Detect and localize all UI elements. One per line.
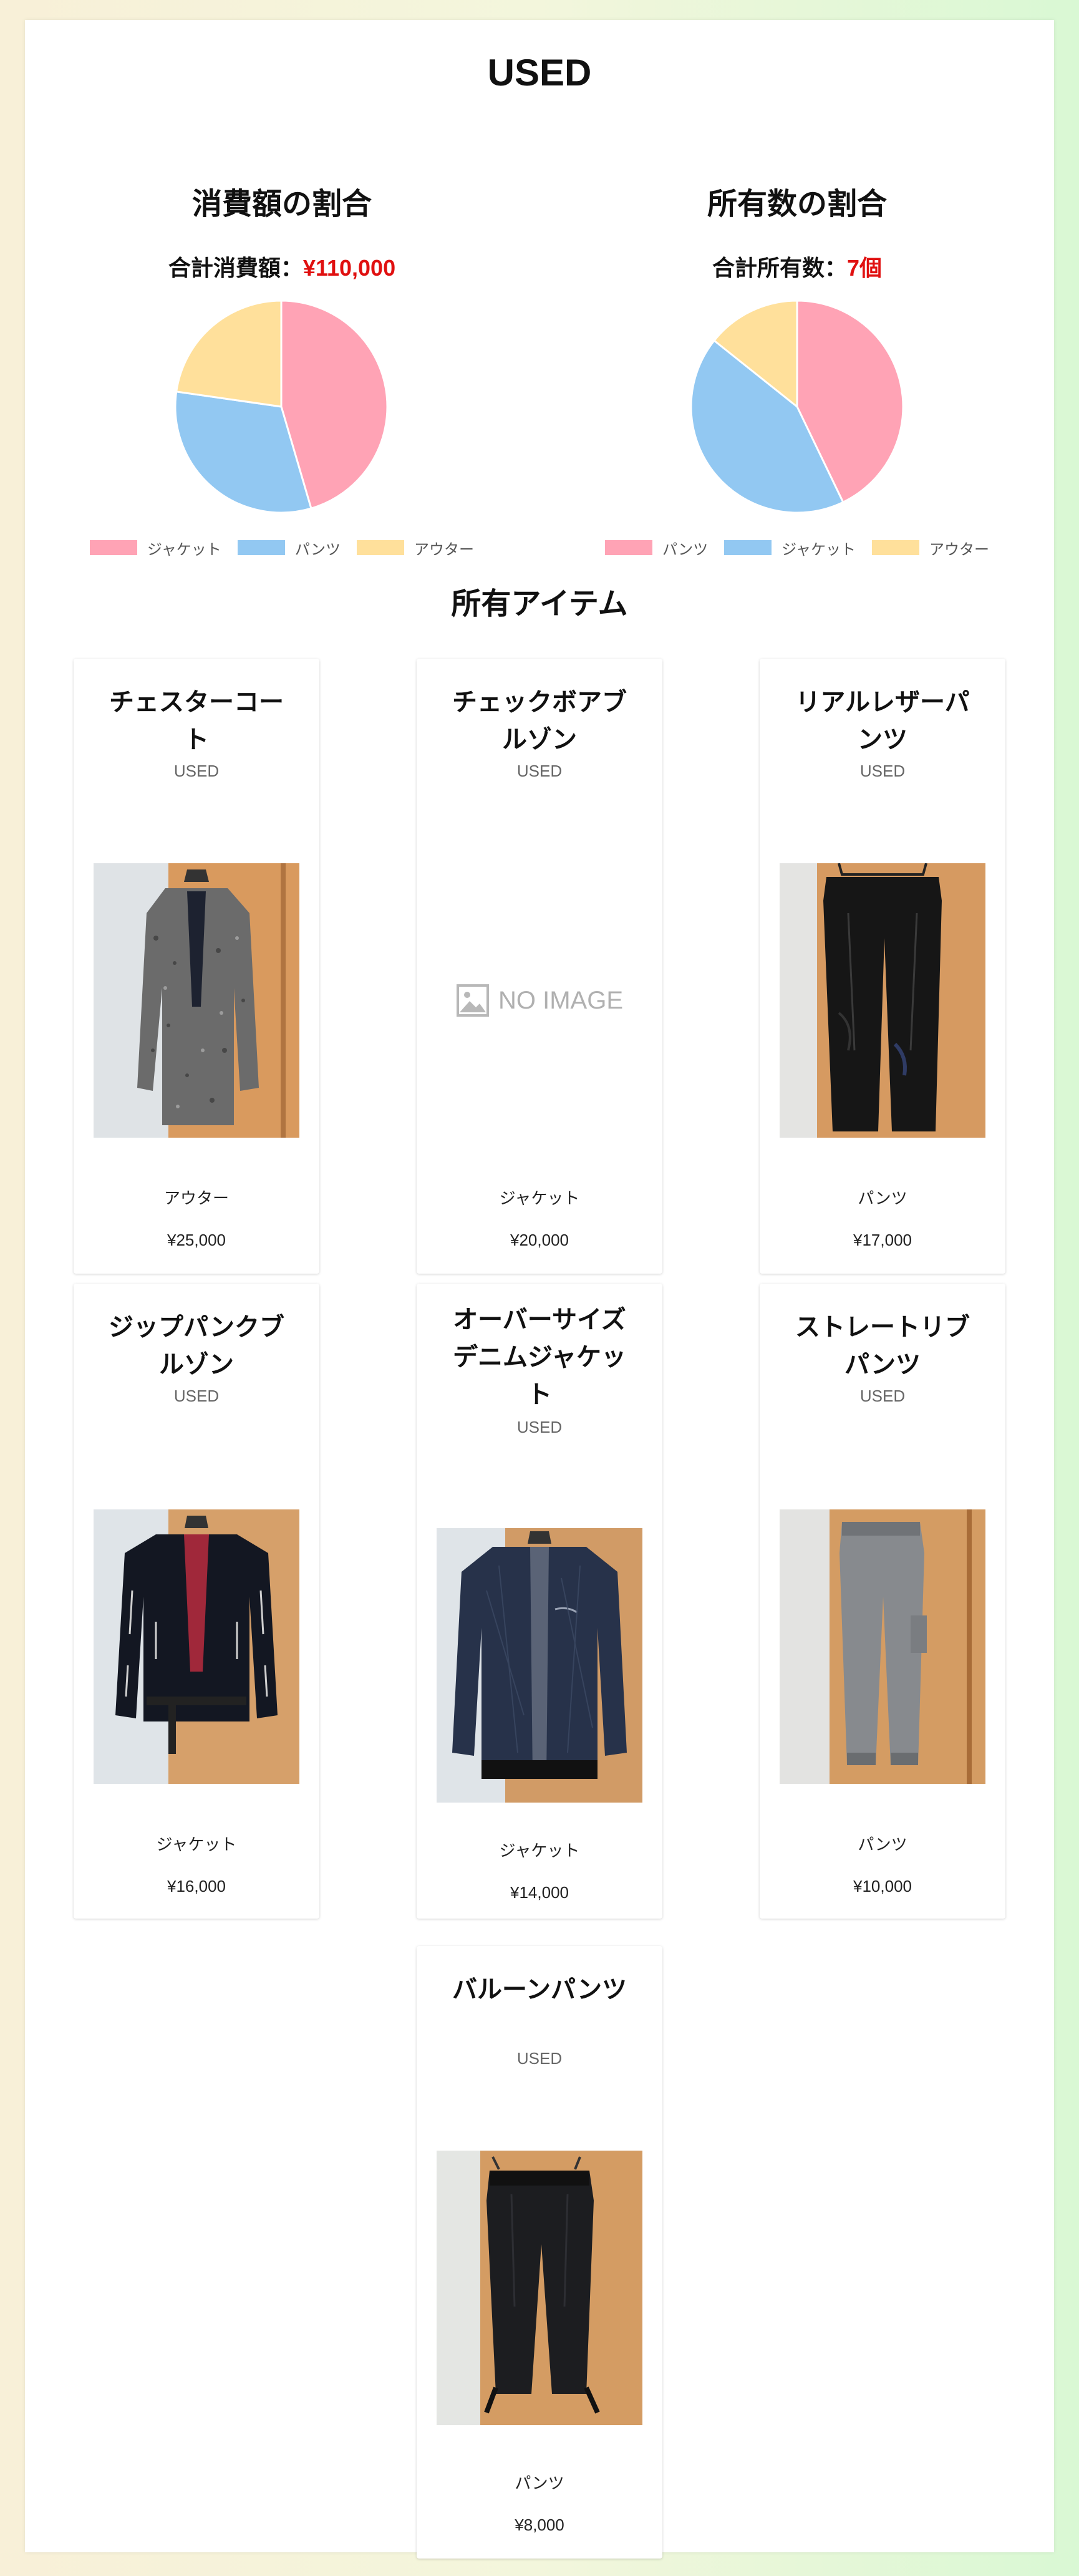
item-card[interactable]: バルーンパンツ USED パンツ ¥8,000: [417, 1946, 662, 2559]
item-price: ¥20,000: [510, 1231, 569, 1249]
item-image[interactable]: [780, 1509, 985, 1784]
item-image[interactable]: [94, 863, 299, 1138]
item-name: リアルレザーパンツ: [795, 688, 970, 754]
item-status: USED: [859, 1387, 906, 1405]
count-total-label: 合計所有数：: [712, 256, 847, 281]
item-card[interactable]: ジップパンクブルゾン USED ジャケット ¥16,000: [74, 1284, 319, 1919]
spending-chart-title: 消費額の割合: [191, 186, 372, 221]
count-legend: パンツ ジャケット アウター: [540, 535, 1054, 560]
item-status: USED: [516, 762, 563, 780]
legend-label: ジャケット: [147, 540, 221, 558]
legend-swatch: [237, 540, 285, 555]
legend-swatch: [89, 540, 137, 555]
legend-label: パンツ: [662, 540, 709, 558]
item-card[interactable]: チェスターコート USED アウター ¥25,000: [74, 659, 319, 1274]
item-status: USED: [859, 762, 906, 780]
item-category: パンツ: [858, 1189, 907, 1208]
item-category: アウター: [163, 1189, 229, 1208]
item-category: パンツ: [858, 1836, 907, 1854]
item-card[interactable]: リアルレザーパンツ USED パンツ ¥17,000: [760, 659, 1005, 1274]
legend-label: ジャケット: [781, 540, 856, 558]
item-name: オーバーサイズデニムジャケット: [453, 1305, 626, 1409]
count-chart-block: 所有数の割合 合計所有数：7個 パンツ ジャケット アウター: [540, 157, 1054, 569]
spending-pie-chart: [174, 299, 389, 514]
item-category: パンツ: [515, 2474, 564, 2493]
spending-chart-block: 消費額の割合 合計消費額：¥110,000 ジャケット パンツ アウター: [25, 157, 539, 569]
count-chart-title: 所有数の割合: [707, 186, 887, 221]
items-section-title: 所有アイテム: [451, 586, 628, 621]
item-price: ¥17,000: [853, 1231, 912, 1249]
item-price: ¥8,000: [515, 2515, 564, 2534]
item-card[interactable]: オーバーサイズデニムジャケット USED ジャケット ¥14,000: [417, 1284, 662, 1919]
item-name: ストレートリブパンツ: [795, 1313, 970, 1379]
item-price: ¥16,000: [167, 1877, 226, 1896]
page-title: USED: [487, 52, 592, 94]
pie-slice-3[interactable]: [175, 299, 283, 408]
legend-item[interactable]: パンツ: [604, 537, 709, 559]
item-status: USED: [516, 1418, 563, 1436]
item-name: チェスターコート: [109, 688, 284, 754]
spending-total-label: 合計消費額：: [168, 256, 303, 281]
item-status: USED: [173, 762, 220, 780]
no-image-text: NO IMAGE: [498, 986, 624, 1014]
item-name: バルーンパンツ: [452, 1975, 627, 2004]
spending-legend: ジャケット パンツ アウター: [25, 535, 539, 560]
item-image[interactable]: NO IMAGE: [437, 863, 642, 1138]
item-status: USED: [516, 2049, 563, 2068]
item-status: USED: [173, 1387, 220, 1405]
legend-swatch: [604, 540, 652, 555]
item-image[interactable]: [437, 2151, 642, 2425]
legend-swatch: [872, 540, 919, 555]
item-image[interactable]: [94, 1509, 299, 1784]
legend-swatch: [357, 540, 404, 555]
item-category: ジャケット: [499, 1842, 580, 1861]
item-price: ¥14,000: [510, 1883, 569, 1902]
image-placeholder-icon: [456, 984, 489, 1017]
item-category: ジャケット: [499, 1189, 580, 1208]
legend-item[interactable]: ジャケット: [724, 537, 856, 559]
item-image[interactable]: [437, 1528, 642, 1803]
count-pie-chart: [690, 299, 904, 514]
legend-item[interactable]: ジャケット: [89, 537, 221, 559]
item-name: チェックボアブルゾン: [452, 688, 627, 754]
spending-total: 合計消費額：¥110,000: [25, 251, 539, 286]
legend-item[interactable]: アウター: [872, 537, 989, 559]
item-card[interactable]: チェックボアブルゾン USED NO IMAGE ジャケット ¥20,000: [417, 659, 662, 1274]
item-category: ジャケット: [156, 1836, 237, 1854]
legend-item[interactable]: パンツ: [237, 537, 341, 559]
item-image[interactable]: [780, 863, 985, 1138]
item-price: ¥25,000: [167, 1231, 226, 1249]
legend-item[interactable]: アウター: [357, 537, 474, 559]
count-total: 合計所有数：7個: [540, 251, 1054, 286]
legend-label: アウター: [414, 540, 474, 558]
count-total-value: 7個: [846, 255, 883, 281]
item-card[interactable]: ストレートリブパンツ USED パンツ ¥10,000: [760, 1284, 1005, 1919]
main-panel: USED 消費額の割合 合計消費額：¥110,000 ジャケット パンツ アウタ…: [25, 20, 1054, 2559]
legend-label: アウター: [929, 540, 989, 558]
legend-swatch: [724, 540, 772, 555]
legend-label: パンツ: [294, 540, 341, 558]
item-name: ジップパンクブルゾン: [109, 1313, 284, 1379]
spending-total-value: ¥110,000: [302, 255, 396, 281]
item-price: ¥10,000: [853, 1877, 912, 1896]
